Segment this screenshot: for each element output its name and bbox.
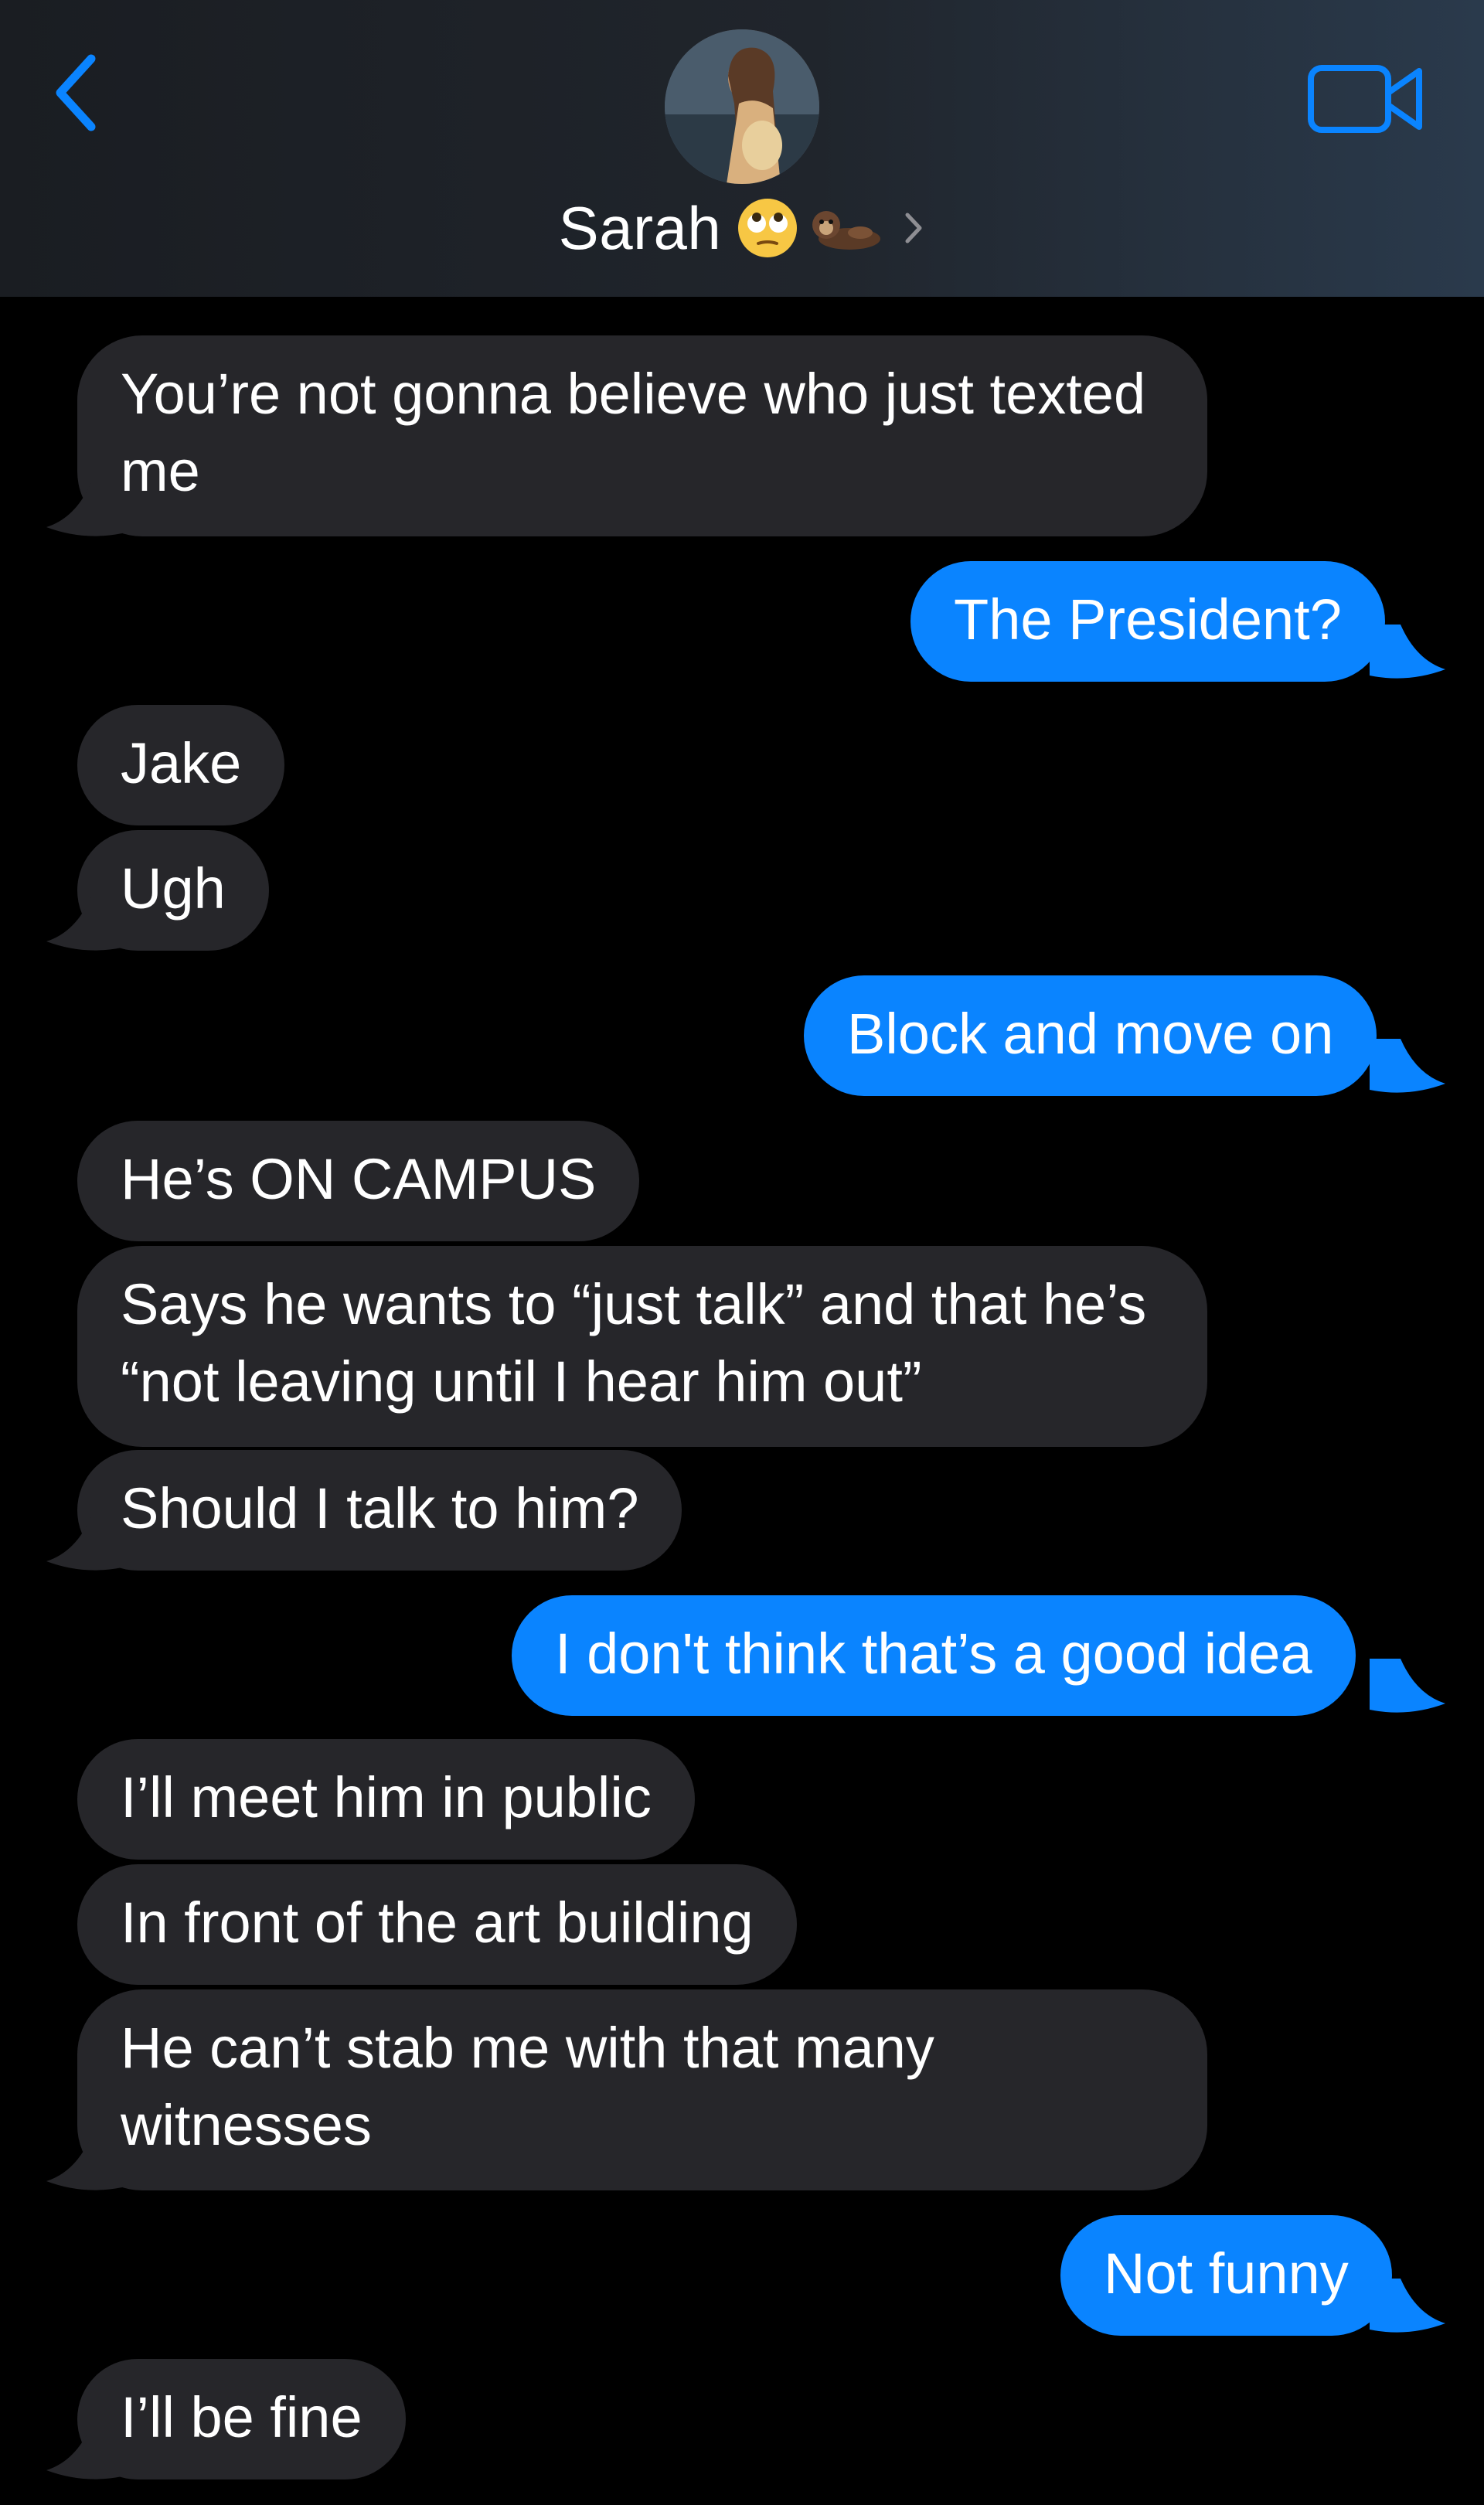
chevron-left-icon: [56, 54, 96, 131]
outgoing-bubble-tail: [1370, 1039, 1445, 1093]
contact-avatar[interactable]: [665, 29, 819, 184]
face-with-rolling-eyes-emoji-icon: [738, 199, 798, 257]
message-text: I don't think that’s a good idea: [555, 1622, 1312, 1686]
message-text: Says he wants to “just talk” and that he…: [121, 1272, 1147, 1414]
incoming-message-bubble[interactable]: Jake: [77, 705, 285, 825]
incoming-bubble-tail: [46, 897, 122, 951]
message-text: He’s ON CAMPUS: [121, 1147, 597, 1211]
message-text: Not funny: [1104, 2241, 1349, 2306]
conversation-header: Sarah: [0, 0, 1484, 297]
incoming-message-bubble[interactable]: You’re not gonna believe who just texted…: [77, 335, 1207, 536]
contact-info-button[interactable]: Sarah: [0, 185, 1484, 271]
outgoing-bubble-tail: [1370, 625, 1445, 679]
message-text: You’re not gonna believe who just texted…: [121, 362, 1146, 503]
message-text: Jake: [121, 731, 242, 795]
message-text: The President?: [954, 587, 1342, 652]
outgoing-bubble-tail: [1370, 1659, 1445, 1713]
incoming-message-bubble[interactable]: He’s ON CAMPUS: [77, 1121, 640, 1241]
message-text: He can’t stab me with that many witnesse…: [121, 2016, 934, 2157]
message-text: Should I talk to him?: [121, 1476, 639, 1540]
contact-emojis: [735, 196, 885, 260]
incoming-message-bubble[interactable]: He can’t stab me with that many witnesse…: [77, 1989, 1207, 2190]
message-text: I’ll meet him in public: [121, 1765, 652, 1829]
outgoing-message-bubble[interactable]: The President?: [910, 561, 1385, 682]
message-text: Block and move on: [847, 1002, 1334, 1066]
outgoing-message-bubble[interactable]: I don't think that’s a good idea: [512, 1595, 1356, 1716]
incoming-message-bubble[interactable]: Should I talk to him?: [77, 1450, 682, 1571]
incoming-bubble-tail: [46, 1516, 122, 1571]
incoming-bubble-tail: [46, 482, 122, 536]
facetime-video-button[interactable]: [1306, 60, 1430, 138]
incoming-message-bubble[interactable]: In front of the art building: [77, 1864, 797, 1985]
message-text: Ugh: [121, 856, 226, 921]
incoming-message-bubble[interactable]: Says he wants to “just talk” and that he…: [77, 1246, 1207, 1447]
video-camera-icon: [1308, 65, 1422, 133]
message-text: I’ll be fine: [121, 2385, 362, 2449]
outgoing-message-bubble[interactable]: Not funny: [1060, 2215, 1392, 2336]
contact-name: Sarah: [558, 193, 722, 262]
incoming-bubble-tail: [46, 2136, 122, 2190]
otter-emoji-icon: [812, 211, 881, 250]
outgoing-bubble-tail: [1370, 2279, 1445, 2333]
incoming-bubble-tail: [46, 2425, 122, 2479]
contact-photo-icon: [665, 29, 819, 184]
message-text: In front of the art building: [121, 1891, 754, 1955]
incoming-message-bubble[interactable]: I’ll meet him in public: [77, 1739, 695, 1860]
chevron-right-icon: [905, 213, 922, 243]
outgoing-message-bubble[interactable]: Block and move on: [804, 975, 1377, 1096]
back-button[interactable]: [43, 46, 113, 139]
